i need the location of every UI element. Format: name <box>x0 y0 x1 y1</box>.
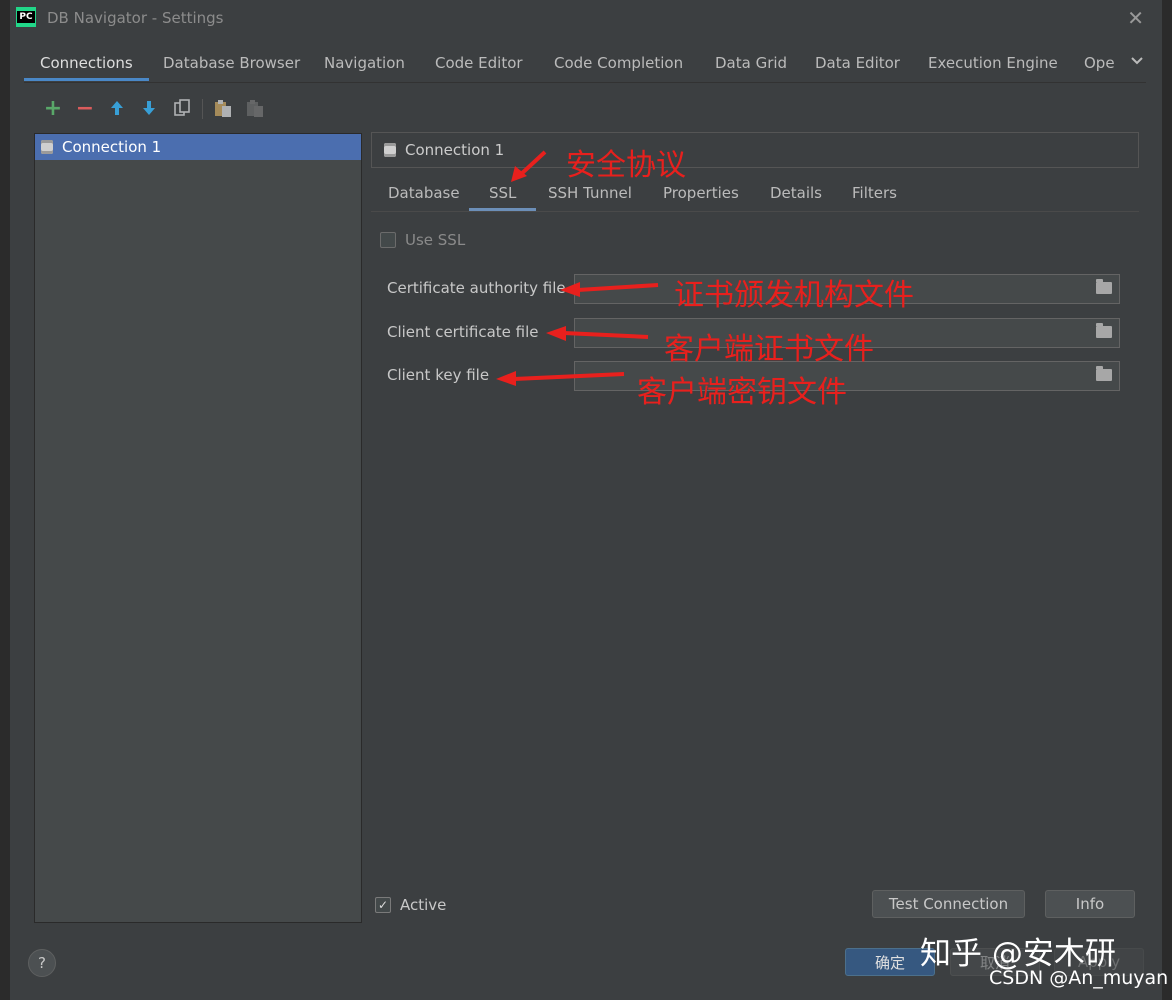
remove-glyph: − <box>75 95 95 121</box>
annotation-arrow <box>546 326 649 341</box>
help-icon[interactable]: ? <box>28 949 56 977</box>
add-icon[interactable]: + <box>42 95 64 121</box>
database-icon <box>384 143 396 157</box>
database-icon <box>41 140 53 154</box>
active-label: Active <box>400 896 447 914</box>
folder-icon[interactable] <box>1096 366 1112 381</box>
client-key-label: Client key file <box>387 366 490 384</box>
tab-filters[interactable]: Filters <box>852 176 897 210</box>
add-glyph: + <box>43 95 63 121</box>
connection-header-label: Connection 1 <box>405 141 505 159</box>
tab-label: Connections <box>40 54 133 72</box>
move-down-icon[interactable] <box>138 96 160 120</box>
chevron-down-icon[interactable] <box>1130 54 1144 70</box>
tab-data-grid[interactable]: Data Grid <box>715 46 787 80</box>
annotation-ca-file: 证书颁发机构文件 <box>674 278 914 313</box>
tab-label: Ope <box>1084 54 1115 72</box>
tab-code-completion[interactable]: Code Completion <box>554 46 683 80</box>
client-certificate-label: Client certificate file <box>387 323 539 341</box>
help-glyph: ? <box>38 954 46 972</box>
tab-navigation[interactable]: Navigation <box>324 46 405 80</box>
subtab-label: Database <box>388 184 460 202</box>
tab-database[interactable]: Database <box>388 176 460 210</box>
tab-label: Data Grid <box>715 54 788 72</box>
app-badge: PC <box>17 11 35 23</box>
list-item[interactable]: Connection 1 <box>35 134 361 160</box>
subtab-label: Details <box>770 184 823 202</box>
subtab-label: Filters <box>852 184 897 202</box>
pycharm-app-icon: PC <box>16 7 36 27</box>
move-up-icon[interactable] <box>106 96 128 120</box>
connection-subtab-bar: Database SSL SSH Tunnel Properties Detai… <box>371 176 1139 212</box>
tab-ope[interactable]: Ope <box>1084 46 1115 80</box>
tab-execution-engine[interactable]: Execution Engine <box>928 46 1058 80</box>
annotation-arrow <box>560 282 659 297</box>
background-strip-right <box>1162 0 1172 1000</box>
subtab-label: SSL <box>489 184 517 202</box>
tab-data-editor[interactable]: Data Editor <box>815 46 900 80</box>
annotation-arrow <box>511 150 547 182</box>
tab-label: Navigation <box>324 54 405 72</box>
remove-icon[interactable]: − <box>74 95 96 121</box>
annotation-ssl: 安全协议 <box>566 148 686 183</box>
paste-icon[interactable] <box>212 96 234 120</box>
info-button[interactable]: Info <box>1045 890 1135 918</box>
test-connection-button[interactable]: Test Connection <box>872 890 1025 918</box>
ca-file-label: Certificate authority file <box>387 279 566 297</box>
tab-label: Code Completion <box>554 54 684 72</box>
background-strip-left <box>0 0 10 1000</box>
folder-icon[interactable] <box>1096 279 1112 294</box>
tab-code-editor[interactable]: Code Editor <box>435 46 523 80</box>
tab-label: Data Editor <box>815 54 900 72</box>
window-title: DB Navigator - Settings <box>47 9 224 27</box>
use-ssl-checkbox[interactable] <box>380 232 396 248</box>
tab-label: Execution Engine <box>928 54 1058 72</box>
tab-label: Code Editor <box>435 54 523 72</box>
subtab-label: Properties <box>663 184 739 202</box>
annotation-arrow <box>496 371 625 386</box>
settings-dialog: PC DB Navigator - Settings ✕ Connections… <box>10 0 1168 1000</box>
folder-icon[interactable] <box>1096 323 1112 338</box>
tab-connections[interactable]: Connections <box>24 46 149 81</box>
tab-database-browser[interactable]: Database Browser <box>163 46 300 80</box>
connection-header: Connection 1 <box>371 132 1139 168</box>
annotation-client-key: 客户端密钥文件 <box>637 375 847 410</box>
csdn-watermark: CSDN @An_muyan <box>989 967 1169 989</box>
use-ssl-label: Use SSL <box>405 231 466 249</box>
tab-details[interactable]: Details <box>770 176 822 210</box>
close-icon[interactable]: ✕ <box>1127 6 1144 30</box>
annotation-client-cert: 客户端证书文件 <box>664 332 874 367</box>
clipboard-disabled-icon[interactable] <box>244 96 266 120</box>
active-checkbox[interactable]: ✓ <box>375 897 391 913</box>
tab-label: Database Browser <box>163 54 301 72</box>
connections-list: Connection 1 <box>34 133 362 923</box>
toolbar-separator <box>202 99 203 119</box>
title-bar: PC DB Navigator - Settings ✕ <box>10 0 1162 36</box>
copy-icon[interactable] <box>171 96 193 120</box>
subtab-label: SSH Tunnel <box>548 184 632 202</box>
settings-tab-bar: Connections Database Browser Navigation … <box>24 46 1146 83</box>
connection-label: Connection 1 <box>62 138 162 156</box>
